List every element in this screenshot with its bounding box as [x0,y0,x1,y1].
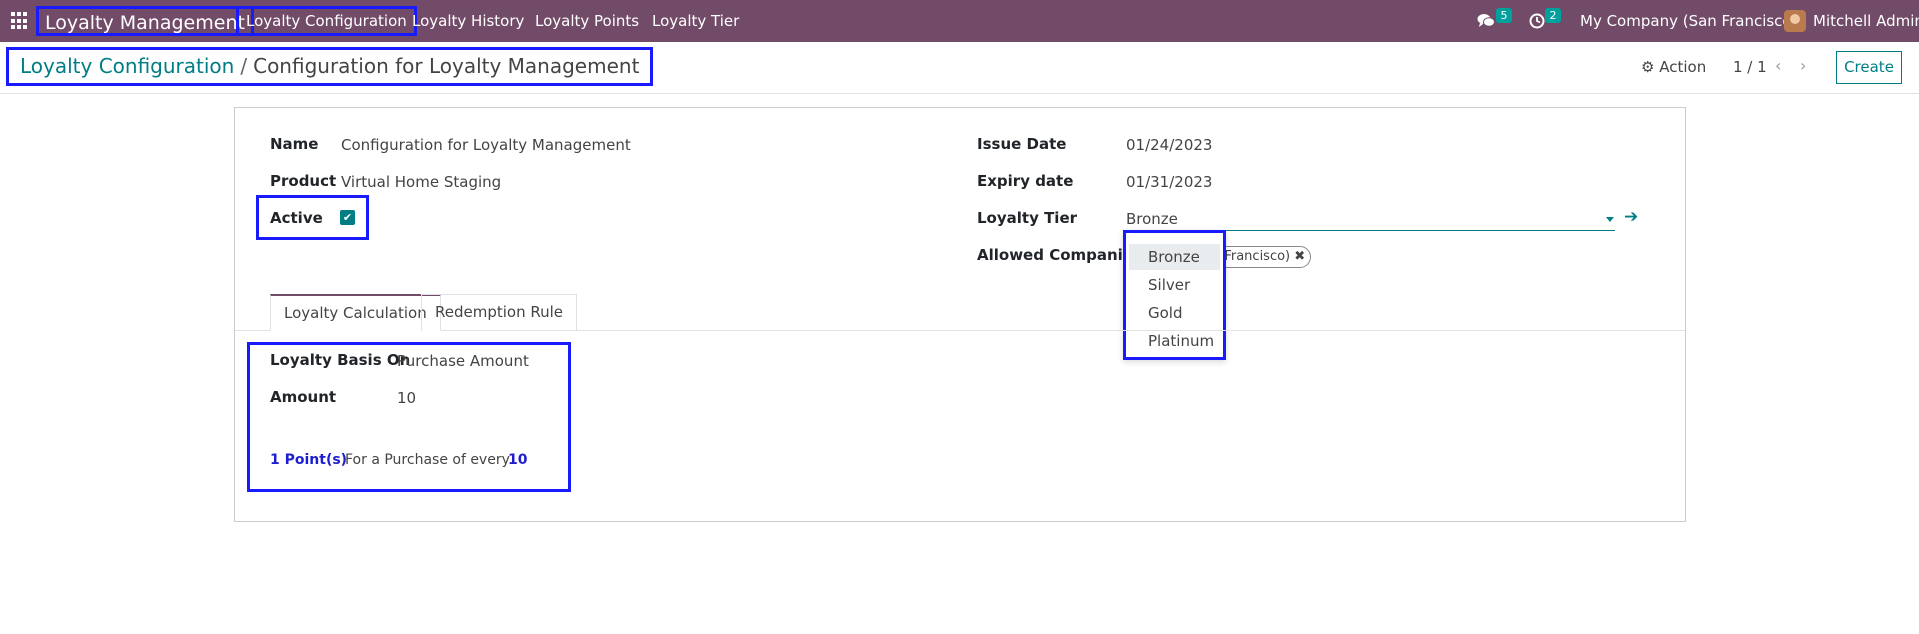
activities-count-badge: 2 [1545,8,1561,23]
breadcrumb-parent-link[interactable]: Loyalty Configuration [20,54,234,78]
active-checkbox[interactable]: ✔ [340,210,355,225]
close-icon[interactable]: ✖ [1294,249,1305,264]
arrow-right-icon[interactable]: ➔ [1624,207,1638,227]
create-button[interactable]: Create [1836,51,1902,84]
caret-down-icon[interactable] [1606,217,1614,222]
tier-option-silver[interactable]: Silver [1129,272,1220,298]
action-label: Action [1659,58,1707,76]
tab-redemption-rule[interactable]: Redemption Rule [421,294,578,331]
loyalty-tier-select[interactable] [1126,206,1615,231]
active-label: Active [270,209,323,227]
chevron-right-icon[interactable]: › [1800,56,1806,75]
menu-loyalty-configuration[interactable]: Loyalty Configuration [236,6,417,36]
breadcrumb: Loyalty Configuration / Configuration for … [6,47,654,86]
control-panel: Loyalty Configuration / Configuration for … [0,42,1919,94]
breadcrumb-current: Configuration for Loyalty Management [253,54,640,78]
top-navbar: Loyalty Management Loyalty Configuration… [0,0,1919,42]
loyalty-tier-label: Loyalty Tier [977,209,1078,227]
tier-dropdown: Bronze Silver Gold Platinum [1123,230,1226,360]
chevron-left-icon[interactable]: ‹ [1775,56,1781,75]
messages-count-badge: 5 [1496,8,1512,23]
for-purchase-text: For a Purchase of every [345,452,510,468]
expiry-date-label: Expiry date [977,172,1074,190]
product-field[interactable]: Virtual Home Staging [341,173,501,191]
apps-grid-icon[interactable] [11,12,29,30]
app-brand[interactable]: Loyalty Management [36,6,254,36]
name-field[interactable]: Configuration for Loyalty Management [341,136,631,154]
points-text: 1 Point(s) [270,452,348,468]
menu-loyalty-tier[interactable]: Loyalty Tier [652,0,739,42]
allowed-companies-label: Allowed Companies [977,246,1142,264]
user-avatar[interactable] [1784,10,1806,32]
clock-icon [1529,13,1545,29]
basis-field[interactable]: Purchase Amount [397,352,529,370]
product-label: Product [270,172,337,190]
gear-icon: ⚙ [1641,58,1655,76]
user-menu[interactable]: Mitchell Admin [1813,0,1919,42]
tier-option-gold[interactable]: Gold [1129,300,1220,326]
chat-icon [1477,14,1495,27]
issue-date-label: Issue Date [977,135,1067,153]
company-switcher[interactable]: My Company (San Francisco) [1580,0,1797,42]
tier-option-platinum[interactable]: Platinum [1129,328,1220,354]
pager-value[interactable]: 1 / 1 [1733,58,1767,76]
breadcrumb-separator: / [240,54,248,78]
issue-date-field[interactable]: 01/24/2023 [1126,136,1212,154]
action-menu-button[interactable]: ⚙ Action [1641,58,1706,76]
check-icon: ✔ [342,211,353,224]
tier-option-bronze[interactable]: Bronze [1129,244,1220,270]
menu-loyalty-points[interactable]: Loyalty Points [535,0,639,42]
name-label: Name [270,135,319,153]
loyalty-tier-value[interactable]: Bronze [1126,210,1178,228]
amount-field[interactable]: 10 [397,389,416,407]
tab-loyalty-calculation[interactable]: Loyalty Calculation [270,294,441,331]
purchase-amount-text: 10 [508,452,528,468]
expiry-date-field[interactable]: 01/31/2023 [1126,173,1212,191]
basis-label: Loyalty Basis On [270,351,411,369]
menu-loyalty-history[interactable]: Loyalty History [412,0,524,42]
amount-label: Amount [270,388,337,406]
